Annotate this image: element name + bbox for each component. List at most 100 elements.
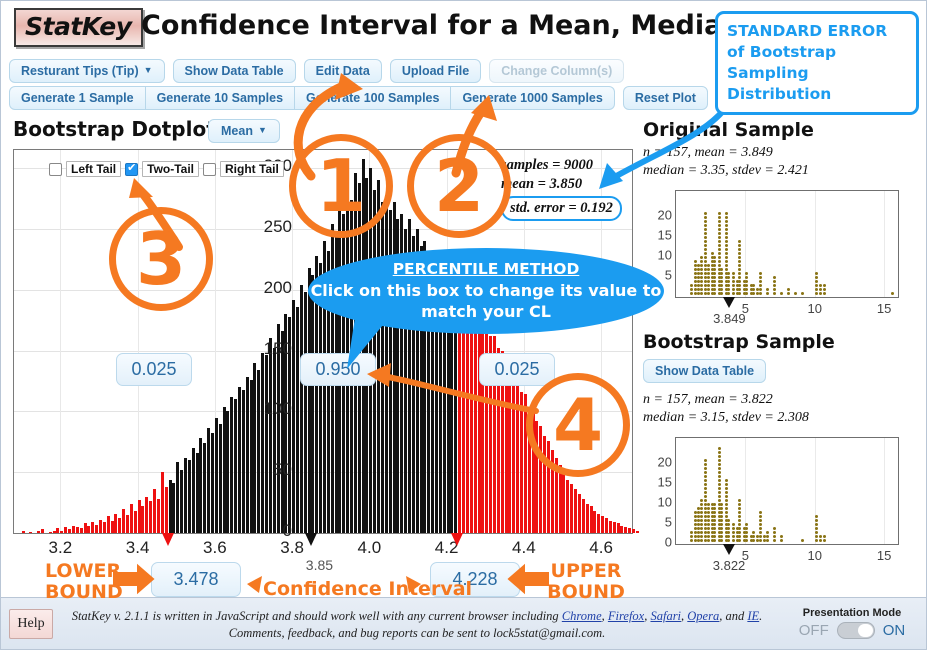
- dotplot-dot: [731, 539, 735, 542]
- chart-y-tick-label: 50: [273, 460, 292, 480]
- two-tail-checkbox[interactable]: [125, 162, 139, 176]
- dotplot-dot: [745, 531, 749, 534]
- chart-bar: [37, 530, 41, 533]
- left-tail-label[interactable]: Left Tail: [66, 161, 122, 177]
- dotplot-dot: [699, 511, 703, 514]
- dotplot-dot: [823, 284, 827, 287]
- dotplot-dot: [703, 491, 707, 494]
- dotplot-dot: [724, 228, 728, 231]
- bootstrap-show-data-table-button[interactable]: Show Data Table: [643, 359, 767, 383]
- dotplot-dot: [717, 491, 721, 494]
- dotplot-dot: [706, 515, 710, 518]
- dotplot-dot: [727, 280, 731, 283]
- generate-10-samples-button[interactable]: Generate 10 Samples: [145, 86, 296, 110]
- dotplot-dot: [720, 268, 724, 271]
- dataset-dropdown[interactable]: Resturant Tips (Tip) ▼: [9, 59, 165, 83]
- safari-link[interactable]: Safari: [650, 609, 681, 623]
- chart-bar: [98, 519, 102, 533]
- dotplot-dot: [814, 519, 818, 522]
- dotplot-dot: [787, 288, 790, 291]
- firefox-link[interactable]: Firefox: [608, 609, 644, 623]
- show-data-table-button[interactable]: Show Data Table: [172, 59, 296, 83]
- ie-link[interactable]: IE: [747, 609, 759, 623]
- dotplot-dot: [717, 467, 721, 470]
- chart-bar: [253, 362, 257, 533]
- dotplot-dot: [731, 272, 735, 275]
- dotplot-dot: [703, 499, 707, 502]
- dotplot-x-tick-label: 10: [807, 548, 822, 563]
- chart-bar: [574, 489, 578, 533]
- chart-bar: [315, 255, 319, 533]
- dotplot-dot: [720, 276, 724, 279]
- lower-bound-box[interactable]: 3.478: [151, 562, 241, 597]
- dotplot-dot: [703, 467, 707, 470]
- dotplot-dot: [713, 535, 717, 538]
- dotplot-dot: [773, 280, 777, 283]
- change-columns-button[interactable]: Change Column(s): [489, 59, 625, 83]
- chart-bar: [577, 494, 581, 533]
- chart-bar: [504, 362, 508, 533]
- dotplot-dot: [766, 531, 770, 534]
- dotplot-dot: [706, 288, 710, 291]
- generate-1-sample-button[interactable]: Generate 1 Sample: [9, 86, 146, 110]
- left-tail-checkbox[interactable]: [49, 162, 62, 176]
- dotplot-dot: [720, 539, 724, 542]
- chart-bar: [203, 443, 207, 533]
- chart-bar: [226, 411, 230, 533]
- reset-plot-button[interactable]: Reset Plot: [622, 86, 708, 110]
- help-button[interactable]: Help: [9, 609, 53, 639]
- chart-x-tick-label: 3.6: [203, 538, 227, 557]
- dotplot-dot: [703, 463, 707, 466]
- dotplot-dot: [724, 244, 728, 247]
- chart-bar: [566, 479, 570, 533]
- dotplot-dot: [720, 503, 724, 506]
- dotplot-y-tick-label: 0: [664, 534, 672, 550]
- dotplot-dot: [759, 284, 763, 287]
- chart-bar: [122, 508, 126, 533]
- chart-bar: [133, 511, 137, 533]
- edit-data-button[interactable]: Edit Data: [303, 59, 382, 83]
- upload-file-button[interactable]: Upload File: [389, 59, 482, 83]
- dotplot-dot: [713, 519, 717, 522]
- dotplot-dot: [724, 240, 728, 243]
- left-tail-proportion-box[interactable]: 0.025: [116, 353, 192, 386]
- statistic-dropdown[interactable]: Mean ▼: [208, 119, 280, 143]
- generate-100-samples-button[interactable]: Generate 100 Samples: [295, 86, 452, 110]
- chrome-link[interactable]: Chrome: [562, 609, 602, 623]
- dotplot-dot: [713, 280, 717, 283]
- chart-x-tick-label: 3.2: [48, 538, 73, 557]
- right-tail-proportion-box[interactable]: 0.025: [479, 353, 555, 386]
- dotplot-dot: [720, 515, 724, 518]
- dotplot-dot: [745, 280, 749, 283]
- right-tail-checkbox[interactable]: [203, 162, 217, 176]
- dotplot-dot: [823, 539, 827, 542]
- opera-link[interactable]: Opera: [687, 609, 719, 623]
- generate-1000-samples-button[interactable]: Generate 1000 Samples: [451, 86, 615, 110]
- dotplot-dot: [823, 292, 827, 295]
- upper-bound-box[interactable]: 4.228: [430, 562, 520, 597]
- chart-bar: [183, 457, 187, 533]
- dotplot-dot: [713, 264, 717, 267]
- dotplot-dot: [738, 256, 742, 259]
- dotplot-dot: [717, 459, 721, 462]
- dotplot-dot: [720, 531, 724, 534]
- dotplot-dot: [814, 284, 818, 287]
- dotplot-dot: [724, 515, 728, 518]
- two-tail-label[interactable]: Two-Tail: [142, 161, 200, 177]
- dotplot-dot: [689, 535, 693, 538]
- dotplot-dot: [703, 248, 707, 251]
- right-tail-label[interactable]: Right Tail: [220, 161, 284, 177]
- dotplot-dot: [689, 288, 693, 291]
- dotplot-dot: [699, 539, 703, 542]
- middle-proportion-box[interactable]: 0.950: [300, 353, 376, 386]
- chart-bar: [616, 523, 620, 533]
- dotplot-dot: [738, 507, 742, 510]
- dotplot-dot: [706, 280, 710, 283]
- presentation-mode-toggle[interactable]: [836, 622, 875, 639]
- chart-bar: [156, 498, 160, 533]
- footer-line1-a: StatKey v. 2.1.1 is written in JavaScrip…: [71, 609, 562, 623]
- chart-bar: [585, 503, 589, 533]
- chart-bar: [307, 267, 311, 533]
- dotplot-dot: [713, 539, 717, 542]
- chart-bar: [102, 522, 106, 533]
